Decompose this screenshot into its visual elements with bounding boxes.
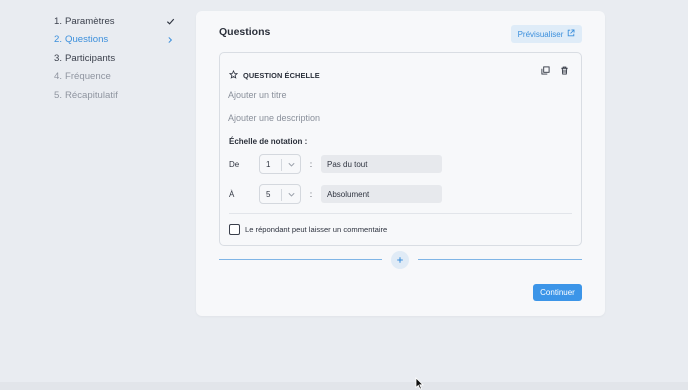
scale-from-text-input[interactable]: Pas du tout [321, 155, 442, 173]
scale-label: Échelle de notation : [229, 137, 308, 146]
question-type-label: QUESTION ÉCHELLE [243, 70, 320, 80]
scale-to-text-input[interactable]: Absolument [321, 185, 442, 203]
step-number: 4. [54, 71, 63, 83]
step-recapitulatif[interactable]: 5. Récapitulatif [54, 86, 176, 105]
preview-button[interactable]: Prévisualiser [511, 25, 582, 43]
trash-icon[interactable] [559, 65, 569, 75]
step-label: Questions [65, 34, 109, 46]
wizard-stepper: 1. Paramètres 2. Questions 3. Participan… [54, 12, 176, 105]
scale-to-select[interactable]: 5 [259, 184, 301, 204]
step-label: Récapitulatif [65, 89, 118, 101]
question-title-input[interactable]: Ajouter un titre [228, 90, 287, 100]
step-questions[interactable]: 2. Questions [54, 31, 176, 50]
chevron-right-icon [164, 34, 176, 46]
continue-button[interactable]: Continuer [533, 284, 582, 301]
step-label: Paramètres [65, 15, 115, 27]
scale-from-row: De 1 : Pas du tout [229, 154, 442, 174]
scale-to-colon: : [309, 189, 313, 199]
continue-button-label: Continuer [540, 288, 575, 297]
add-question-button[interactable] [391, 251, 409, 269]
check-icon [164, 15, 176, 27]
scale-icon [228, 66, 239, 84]
scale-from-value: 1 [266, 159, 271, 169]
scale-to-row: À 5 : Absolument [229, 184, 442, 204]
mouse-cursor-icon [415, 377, 424, 390]
step-parametres[interactable]: 1. Paramètres [54, 12, 176, 31]
questions-card: Questions Prévisualiser QUESTION ÉCHELLE [196, 11, 605, 316]
scale-from-label: De [229, 159, 240, 169]
page-title: Questions [219, 26, 271, 38]
comment-checkbox-label: Le répondant peut laisser un commentaire [245, 225, 388, 234]
question-block: QUESTION ÉCHELLE Ajouter un titre Ajoute… [219, 52, 582, 246]
question-header: QUESTION ÉCHELLE [228, 66, 320, 84]
step-number: 5. [54, 89, 63, 101]
step-number: 2. [54, 34, 63, 46]
step-label: Participants [65, 52, 116, 64]
divider-line-right [418, 259, 582, 260]
question-description-input[interactable]: Ajouter une description [228, 113, 320, 123]
step-number: 3. [54, 52, 63, 64]
comment-option[interactable]: Le répondant peut laisser un commentaire [229, 224, 387, 235]
step-label: Fréquence [65, 71, 111, 83]
divider-line-left [219, 259, 382, 260]
comment-checkbox[interactable] [229, 224, 240, 235]
step-number: 1. [54, 15, 63, 27]
duplicate-icon[interactable] [540, 65, 550, 75]
step-participants[interactable]: 3. Participants [54, 49, 176, 68]
chevron-down-icon [287, 160, 296, 171]
divider [229, 213, 572, 214]
external-link-icon [567, 29, 575, 39]
scale-to-label: À [229, 189, 235, 199]
scale-to-value: 5 [266, 189, 271, 199]
question-tools [540, 65, 569, 75]
plus-icon [396, 251, 404, 269]
preview-button-label: Prévisualiser [517, 29, 564, 39]
step-frequence[interactable]: 4. Fréquence [54, 68, 176, 87]
add-question-divider [219, 251, 582, 269]
scale-from-colon: : [309, 159, 313, 169]
bottom-strip [0, 382, 688, 390]
scale-from-select[interactable]: 1 [259, 154, 301, 174]
chevron-down-icon [287, 190, 296, 201]
